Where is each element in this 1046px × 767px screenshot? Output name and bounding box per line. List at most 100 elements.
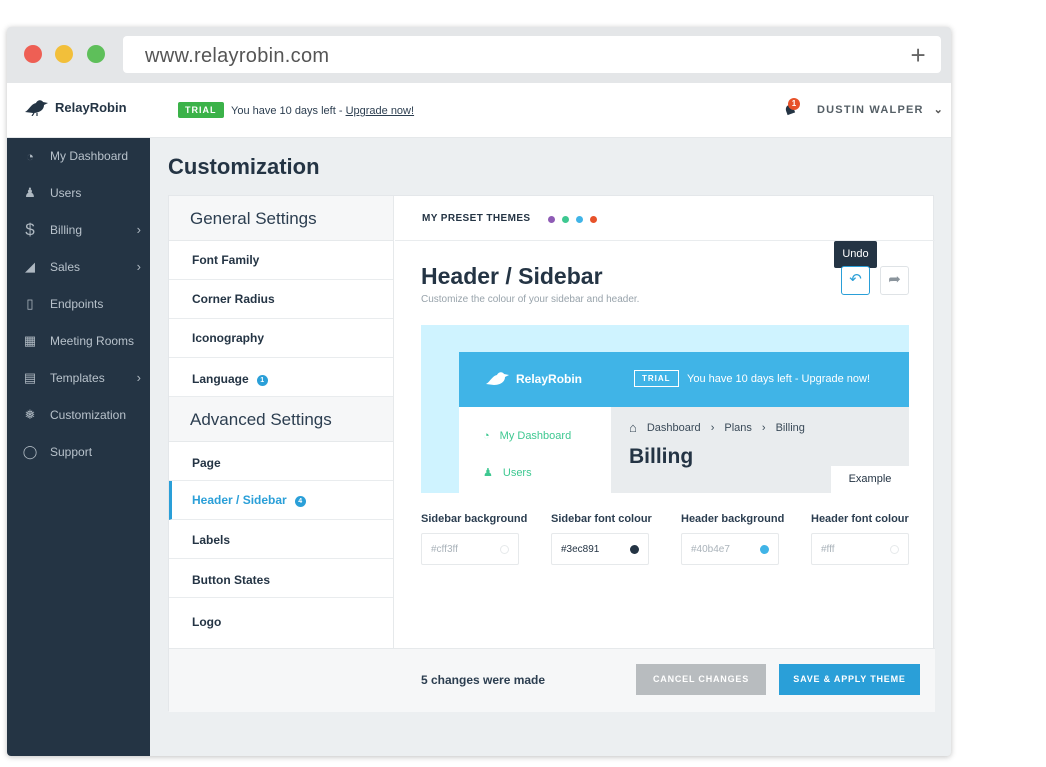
sidebar-item-label: Support [50, 445, 93, 459]
menu-item-logo[interactable]: Logo [169, 598, 393, 648]
cancel-changes-button[interactable]: CANCEL CHANGES [636, 664, 766, 695]
new-tab-icon[interactable]: + [911, 40, 926, 71]
header-font-colour-input[interactable]: #fff [811, 533, 909, 565]
users-icon: ♟ [483, 467, 493, 479]
gauge-icon: ◔ [483, 430, 490, 442]
sidebar-item-endpoints[interactable]: ▯ Endpoints [7, 289, 150, 319]
notification-badge: 1 [788, 98, 800, 110]
redo-button[interactable]: ➦ [880, 266, 909, 295]
customization-card: General Settings Font Family Corner Radi… [168, 195, 935, 712]
menu-item-corner-radius[interactable]: Corner Radius [169, 280, 393, 319]
redo-icon: ➦ [888, 271, 901, 288]
address-bar[interactable]: www.relayrobin.com + [123, 36, 941, 73]
chat-icon: ▦ [23, 333, 37, 348]
preview-nav-label: Users [502, 466, 532, 479]
breadcrumb-item: Dashboard [646, 421, 701, 434]
menu-item-label: Language [192, 372, 249, 386]
trial-badge: TRIAL [178, 102, 224, 118]
users-icon: ♟ [24, 185, 36, 200]
sidebar-font-colour-field: Sidebar font colour #3ec891 [551, 513, 652, 565]
sidebar-item-templates[interactable]: ▤ Templates › [7, 363, 150, 393]
sidebar-item-billing[interactable]: $ Billing › [7, 215, 150, 245]
field-value: #fff [821, 544, 835, 555]
sidebar-background-input[interactable]: #cff3ff [421, 533, 519, 565]
chevron-right-icon: › [761, 421, 766, 434]
menu-item-header-sidebar[interactable]: Header / Sidebar 4 [169, 481, 393, 520]
minimize-window-button[interactable] [55, 45, 73, 63]
sidebar-item-label: Sales [50, 260, 81, 274]
app-logo[interactable]: RelayRobin [23, 98, 127, 116]
preview-trial-message: You have 10 days left - Upgrade now! [687, 373, 871, 385]
menu-item-label: Header / Sidebar [192, 493, 287, 507]
close-window-button[interactable] [24, 45, 42, 63]
preview-logo: RelayRobin [484, 370, 582, 388]
sidebar-item-users[interactable]: ♟ Users [7, 178, 150, 208]
preset-theme-purple[interactable] [548, 216, 555, 223]
preview-nav-label: My Dashboard [499, 430, 572, 442]
preview-trial-badge: TRIAL [634, 370, 679, 387]
upgrade-link[interactable]: Upgrade now! [346, 105, 415, 117]
sidebar-item-meeting-rooms[interactable]: ▦ Meeting Rooms [7, 326, 150, 356]
menu-item-labels[interactable]: Labels [169, 520, 393, 559]
user-menu[interactable]: DUSTIN WALPER ⌄ [817, 103, 944, 116]
app-header: RelayRobin TRIAL You have 10 days left -… [7, 83, 951, 138]
card-footer: 5 changes were made CANCEL CHANGES SAVE … [169, 648, 935, 712]
url-text: www.relayrobin.com [145, 45, 330, 67]
field-label: Header background [681, 513, 785, 525]
drops-icon: ❅ [24, 407, 36, 422]
browser-chrome: www.relayrobin.com + [7, 27, 951, 83]
preview-nav-users: ♟ Users [483, 466, 532, 480]
sidebar-item-label: My Dashboard [50, 149, 129, 163]
chevron-right-icon: › [136, 222, 141, 237]
menu-item-font-family[interactable]: Font Family [169, 241, 393, 280]
breadcrumb-item: Plans [724, 421, 752, 434]
preview-example-button: Example [831, 466, 909, 493]
preview-nav-dashboard: ◔ My Dashboard [483, 430, 571, 442]
color-swatch[interactable] [890, 545, 899, 554]
save-apply-theme-button[interactable]: SAVE & APPLY THEME [779, 664, 920, 695]
phone-icon: ▯ [26, 296, 34, 311]
preset-themes-bar: MY PRESET THEMES [395, 196, 935, 241]
chevron-right-icon: › [710, 421, 715, 434]
color-swatch[interactable] [760, 545, 769, 554]
lifebuoy-icon: ◯ [22, 444, 38, 459]
preview-breadcrumb: ⌂ Dashboard › Plans › Billing [629, 420, 805, 435]
sidebar-item-my-dashboard[interactable]: ◔ My Dashboard [7, 141, 150, 171]
menu-item-language[interactable]: Language 1 [169, 358, 393, 397]
menu-item-button-states[interactable]: Button States [169, 559, 393, 598]
advanced-settings-heading: Advanced Settings [169, 397, 393, 442]
sidebar-item-support[interactable]: ◯ Support [7, 437, 150, 467]
sidebar-background-field: Sidebar background #cff3ff [421, 513, 527, 565]
user-name: DUSTIN WALPER [817, 104, 924, 116]
header-background-input[interactable]: #40b4e7 [681, 533, 779, 565]
field-value: #cff3ff [431, 544, 458, 555]
chart-icon: ◢ [25, 259, 35, 274]
preview-main: ⌂ Dashboard › Plans › Billing Billing Ex… [611, 407, 909, 493]
maximize-window-button[interactable] [87, 45, 105, 63]
general-settings-heading: General Settings [169, 196, 393, 241]
theme-preview: RelayRobin TRIAL You have 10 days left -… [421, 325, 909, 493]
color-swatch[interactable] [630, 545, 639, 554]
sidebar-font-colour-input[interactable]: #3ec891 [551, 533, 649, 565]
header-background-field: Header background #40b4e7 [681, 513, 784, 565]
sidebar-item-sales[interactable]: ◢ Sales › [7, 252, 150, 282]
bird-logo-icon [486, 372, 509, 385]
section-subtitle: Customize the colour of your sidebar and… [421, 294, 640, 305]
bird-logo-icon [25, 100, 48, 116]
color-swatch[interactable] [500, 545, 509, 554]
undo-tooltip: Undo [834, 241, 877, 273]
preset-theme-orange[interactable] [590, 216, 597, 223]
sidebar-item-customization[interactable]: ❅ Customization [7, 400, 150, 430]
preset-theme-green[interactable] [562, 216, 569, 223]
menu-item-page[interactable]: Page [169, 442, 393, 481]
gauge-icon: ◔ [26, 148, 34, 164]
preset-theme-blue[interactable] [576, 216, 583, 223]
undo-icon: ↶ [849, 271, 862, 288]
count-badge: 4 [294, 496, 306, 507]
field-value: #40b4e7 [691, 544, 730, 555]
section-title: Header / Sidebar [421, 263, 603, 289]
template-icon: ▤ [23, 370, 37, 385]
undo-button[interactable]: ↶ [841, 266, 870, 295]
preview-sidebar: ◔ My Dashboard ♟ Users [459, 407, 611, 493]
menu-item-iconography[interactable]: Iconography [169, 319, 393, 358]
